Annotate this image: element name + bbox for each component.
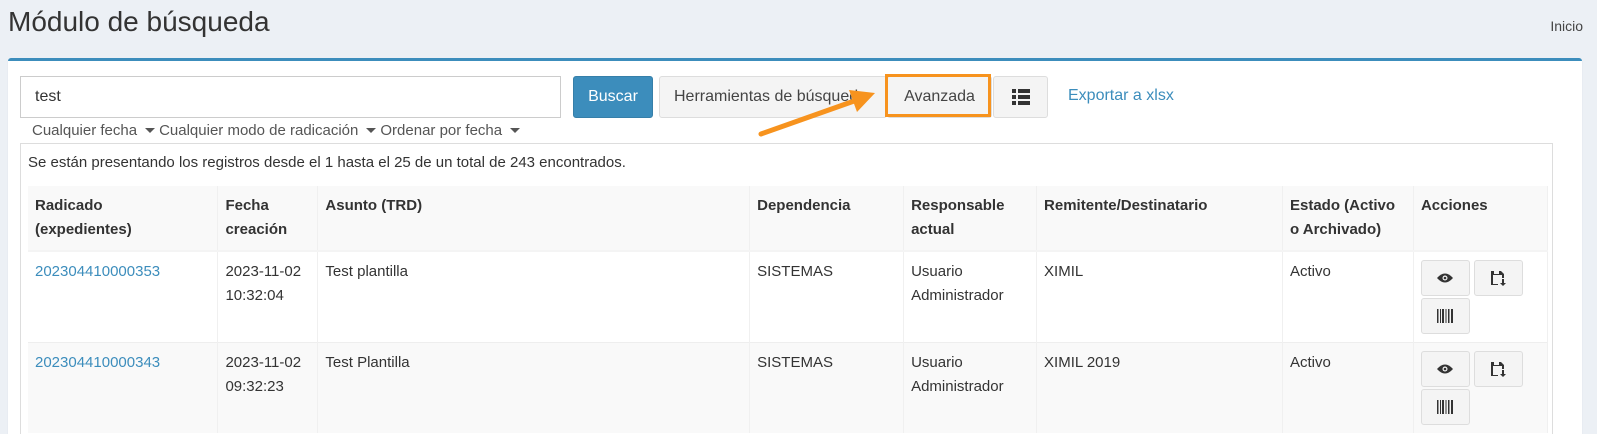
column-header-fecha[interactable]: Fecha creación: [217, 186, 319, 252]
barcode-icon: [1437, 400, 1454, 414]
responsable-cell: Usuario Administrador: [903, 251, 1038, 343]
column-header-responsable[interactable]: Responsable actual: [903, 186, 1038, 252]
responsable-cell: Usuario Administrador: [903, 342, 1038, 433]
date-filter-dropdown[interactable]: Cualquier fecha: [32, 122, 156, 139]
save-icon: [1491, 362, 1507, 377]
actions-cell: [1413, 251, 1549, 343]
list-view-button[interactable]: [993, 76, 1048, 118]
eye-icon: [1437, 364, 1454, 374]
mode-filter-label: Cualquier modo de radicación: [159, 122, 359, 139]
save-button[interactable]: [1473, 260, 1523, 296]
table-row: 202304410000353 2023-11-02 10:32:04 Test …: [28, 251, 1549, 343]
radicado-link[interactable]: 202304410000353: [35, 263, 160, 280]
column-header-remitente[interactable]: Remitente/Destinatario: [1036, 186, 1283, 252]
asunto-cell: Test Plantilla: [317, 342, 751, 433]
save-button[interactable]: [1473, 351, 1523, 387]
barcode-button[interactable]: [1420, 389, 1470, 425]
order-filter-dropdown[interactable]: Ordenar por fecha: [380, 122, 521, 139]
caret-down-icon: [510, 128, 521, 133]
results-table: Radicado (expedientes) Fecha creación Asun…: [28, 186, 1549, 433]
column-header-asunto[interactable]: Asunto (TRD): [317, 186, 751, 252]
mode-filter-dropdown[interactable]: Cualquier modo de radicación: [159, 122, 377, 139]
list-icon: [1011, 89, 1030, 105]
advanced-search-button[interactable]: Avanzada: [887, 76, 992, 118]
filter-bar: Cualquier fecha Cualquier modo de radica…: [32, 122, 521, 139]
remitente-cell: XIMIL 2019: [1036, 342, 1283, 433]
fecha-cell: 2023-11-02 10:32:04: [217, 251, 319, 343]
date-filter-label: Cualquier fecha: [32, 122, 138, 139]
column-header-dependencia[interactable]: Dependencia: [749, 186, 905, 252]
estado-cell: Activo: [1282, 251, 1414, 343]
eye-icon: [1437, 273, 1454, 283]
search-box: Buscar Herramientas de búsqueda Avanzada…: [8, 58, 1582, 434]
view-button[interactable]: [1420, 260, 1470, 296]
search-input[interactable]: [20, 76, 561, 118]
barcode-button[interactable]: [1420, 298, 1470, 334]
column-header-estado[interactable]: Estado (Activo o Archivado): [1282, 186, 1414, 252]
actions-cell: [1413, 342, 1549, 433]
dependencia-cell: SISTEMAS: [749, 342, 905, 433]
results-panel: Se están presentando los registros desde…: [20, 143, 1553, 434]
caret-down-icon: [366, 128, 377, 133]
barcode-icon: [1437, 309, 1454, 323]
column-header-radicado[interactable]: Radicado (expedientes): [28, 186, 219, 252]
page-title: Módulo de búsqueda: [8, 6, 270, 37]
caret-down-icon: [145, 128, 156, 133]
table-header-row: Radicado (expedientes) Fecha creación Asun…: [28, 186, 1549, 252]
estado-cell: Activo: [1282, 342, 1414, 433]
radicado-link[interactable]: 202304410000343: [35, 354, 160, 371]
column-header-acciones: Acciones: [1413, 186, 1549, 252]
fecha-cell: 2023-11-02 09:32:23: [217, 342, 319, 433]
order-filter-label: Ordenar por fecha: [380, 122, 503, 139]
search-tools-button[interactable]: Herramientas de búsqueda: [659, 76, 887, 118]
breadcrumb-home[interactable]: Inicio: [1550, 18, 1583, 34]
view-button[interactable]: [1420, 351, 1470, 387]
table-row: 202304410000343 2023-11-02 09:32:23 Test …: [28, 342, 1549, 433]
asunto-cell: Test plantilla: [317, 251, 751, 343]
export-xlsx-link[interactable]: Exportar a xlsx: [1068, 87, 1174, 105]
search-button[interactable]: Buscar: [573, 76, 653, 118]
save-icon: [1491, 271, 1507, 286]
dependencia-cell: SISTEMAS: [749, 251, 905, 343]
remitente-cell: XIMIL: [1036, 251, 1283, 343]
results-summary: Se están presentando los registros desde…: [28, 154, 626, 171]
